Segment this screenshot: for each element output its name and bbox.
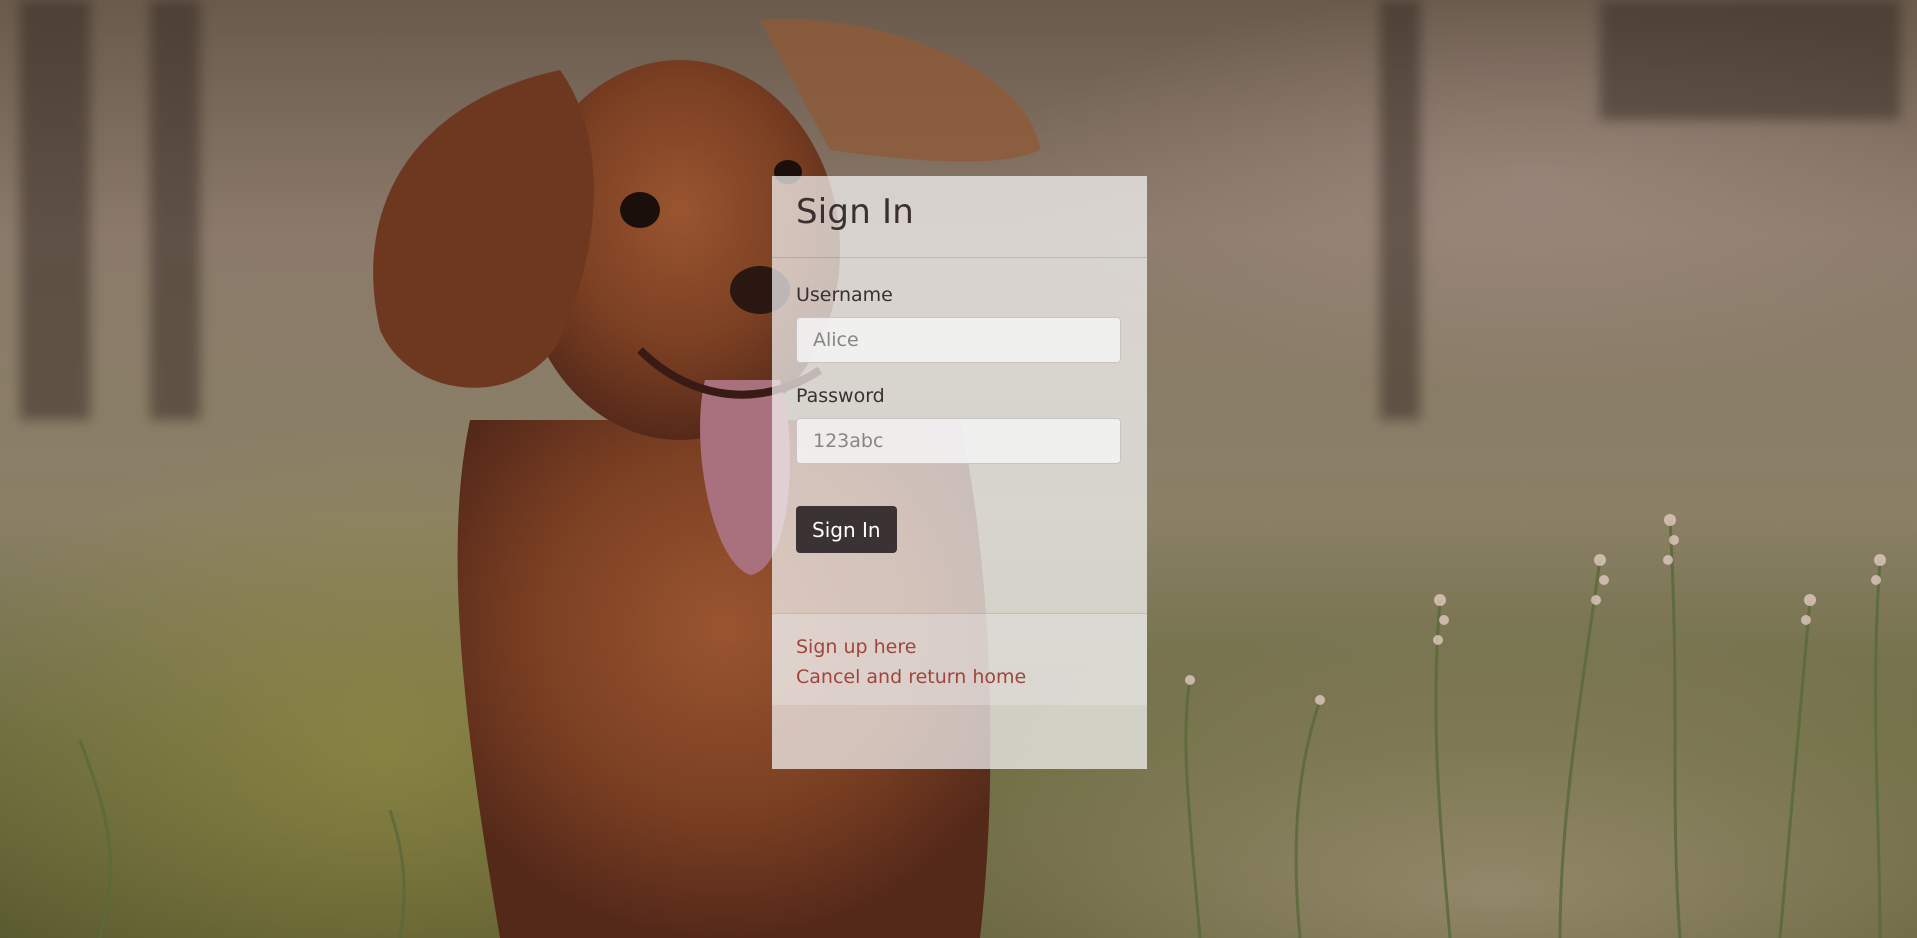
username-group: Username xyxy=(796,284,1123,363)
signin-panel: Sign In Username Password Sign In Sign u… xyxy=(772,176,1147,769)
cancel-link[interactable]: Cancel and return home xyxy=(796,662,1123,692)
password-label: Password xyxy=(796,385,885,407)
signin-button[interactable]: Sign In xyxy=(796,506,897,553)
username-input[interactable] xyxy=(796,317,1121,363)
password-input[interactable] xyxy=(796,418,1121,464)
panel-header: Sign In xyxy=(772,176,1147,258)
signin-form: Username Password Sign In xyxy=(772,258,1147,555)
username-label: Username xyxy=(796,284,893,306)
signup-link[interactable]: Sign up here xyxy=(796,632,1123,662)
page-title: Sign In xyxy=(796,192,914,232)
panel-footer: Sign up here Cancel and return home xyxy=(772,613,1147,705)
password-group: Password xyxy=(796,385,1123,464)
